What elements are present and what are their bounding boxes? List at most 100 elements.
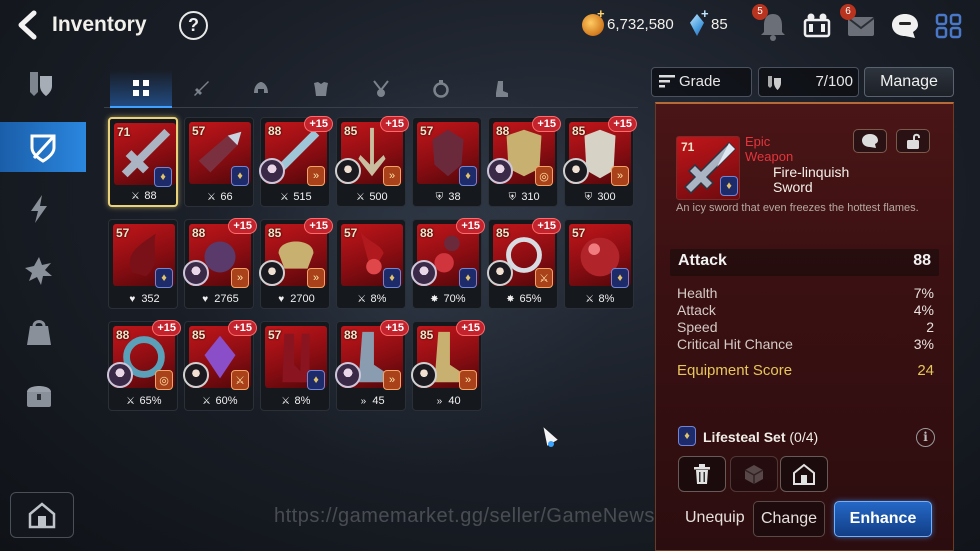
back-arrow-icon[interactable] <box>14 10 42 40</box>
sidebar-item-artifacts[interactable] <box>8 184 70 234</box>
sidebar-item-storage[interactable] <box>8 370 70 420</box>
equipment-item[interactable]: 88 +15 » ⚔ 515 <box>259 116 333 207</box>
equipment-item[interactable]: 85 +15 ⚔ ✸ 65% <box>487 218 561 309</box>
equipment-item[interactable]: 88 +15 ◎ ⛨ 310 <box>487 116 561 207</box>
change-button[interactable]: Change <box>753 501 825 537</box>
equipment-item[interactable]: 57 ♦ ⚔ 66 <box>184 117 254 207</box>
speed-set-icon: » <box>459 370 477 390</box>
crystal-add-button[interactable]: + <box>701 6 709 21</box>
top-bar: Inventory ? + 6,732,580 + 85 5 6 <box>0 0 980 52</box>
item-main-stat: ⚔ 8% <box>337 293 405 305</box>
sidebar-item-hero-equipment[interactable] <box>8 60 70 110</box>
enhance-button[interactable]: Enhance <box>834 501 932 537</box>
item-level: 57 <box>116 226 130 240</box>
tab-helmet[interactable] <box>230 70 292 108</box>
mail-icon[interactable]: 6 <box>840 4 878 42</box>
substat-row: Health 7% <box>677 285 934 301</box>
main-stat-value: 88 <box>913 252 931 269</box>
sidebar-item-materials[interactable] <box>8 308 70 358</box>
tab-armor[interactable] <box>290 70 352 108</box>
grade-label: Grade <box>679 73 721 90</box>
tab-ring[interactable] <box>410 70 472 108</box>
equipment-item[interactable]: 85 +15 » ♥ 2700 <box>259 218 333 309</box>
defense-stat-icon: ⛨ <box>584 192 593 203</box>
watermark: https://gamemarket.gg/seller/GameNews <box>274 505 655 527</box>
enhance-level-badge: +15 <box>228 320 257 336</box>
tab-all[interactable] <box>110 70 172 108</box>
burst-icon <box>25 257 52 285</box>
tab-weapon[interactable] <box>170 70 232 108</box>
boots-icon <box>496 81 508 97</box>
item-name: Fire-linquish Sword <box>773 164 850 195</box>
equipment-item[interactable]: 57 ♦ ⛨ 38 <box>412 117 482 207</box>
equipment-item[interactable]: 85 +15 » » 40 <box>411 320 485 411</box>
notification-badge: 5 <box>752 4 768 20</box>
equipment-item[interactable]: 88 +15 » ♥ 2765 <box>183 218 257 309</box>
equipment-item[interactable]: 85 +15 » ⛨ 300 <box>563 116 637 207</box>
item-level: 88 <box>420 226 434 240</box>
item-stat-value: 8% <box>598 293 615 305</box>
item-stat-value: 8% <box>294 395 311 407</box>
equipment-item[interactable]: 88 +15 » » 45 <box>335 320 409 411</box>
speed-stat-icon: » <box>436 396 443 407</box>
storage-house-button[interactable] <box>10 492 74 538</box>
equipment-item[interactable]: 85 +15 ⚔ ⚔ 60% <box>183 320 257 411</box>
menu-grid-icon[interactable] <box>932 10 966 42</box>
equipment-item[interactable]: 57 ♦ ⚔ 8% <box>336 219 406 309</box>
counter-set-icon: ◎ <box>535 166 553 186</box>
cube-icon <box>744 465 764 484</box>
item-stat-value: 2765 <box>214 293 239 305</box>
grid-icon <box>133 80 149 96</box>
storage-button[interactable] <box>780 456 828 492</box>
lifesteal-set-icon: ♦ <box>459 166 477 186</box>
equipment-item[interactable]: 85 +15 » ⚔ 500 <box>335 116 409 207</box>
equipment-item[interactable]: 57 ♦ ⚔ 8% <box>564 219 634 309</box>
extract-button[interactable] <box>730 456 778 492</box>
equipment-item[interactable]: 71 ♦ ⚔ 88 <box>108 117 178 207</box>
item-stat-value: 65% <box>139 395 162 407</box>
item-level: 57 <box>344 226 358 240</box>
equipment-item[interactable]: 57 ♦ ♥ 352 <box>108 219 178 309</box>
sell-button[interactable] <box>678 456 726 492</box>
enhance-level-badge: +15 <box>456 218 485 234</box>
item-main-stat: ⛨ 38 <box>413 191 481 203</box>
info-icon[interactable]: i <box>916 428 935 447</box>
equipment-item[interactable]: 88 +15 ♦ ✸ 70% <box>411 218 485 309</box>
inventory-capacity[interactable]: 7/100 <box>758 67 859 97</box>
equipment-item[interactable]: 88 +15 ◎ ⚔ 65% <box>107 320 181 411</box>
health-stat-icon: ♥ <box>278 294 285 305</box>
grade-sort-button[interactable]: Grade <box>651 67 752 97</box>
sidebar-item-equipment[interactable] <box>0 122 86 172</box>
share-button[interactable] <box>853 129 887 153</box>
sidebar-item-catalysts[interactable] <box>8 246 70 296</box>
equipped-hero-avatar <box>259 158 285 184</box>
item-main-stat: ♥ 2765 <box>185 293 253 305</box>
set-icon: ♦ <box>678 426 696 446</box>
attack-stat-icon: ⚔ <box>357 294 367 305</box>
item-main-stat: ✸ 65% <box>489 293 557 305</box>
tab-necklace[interactable] <box>350 70 412 108</box>
attack-set-icon: ⚔ <box>535 268 553 288</box>
party-icon[interactable] <box>800 10 834 42</box>
bell-icon[interactable]: 5 <box>752 4 790 42</box>
unequip-button[interactable]: Unequip <box>685 501 745 537</box>
necklace-icon <box>373 80 389 97</box>
item-main-stat: ⚔ 66 <box>185 191 253 203</box>
manage-button[interactable]: Manage <box>864 67 954 97</box>
substat-row: Attack 4% <box>677 302 934 318</box>
lifesteal-set-icon: ♦ <box>155 268 173 288</box>
defense-stat-icon: ⛨ <box>435 192 444 203</box>
item-main-stat: ⚔ 515 <box>261 191 329 203</box>
chat-icon[interactable] <box>888 10 922 42</box>
enhance-level-badge: +15 <box>304 218 333 234</box>
equipped-hero-avatar <box>563 158 589 184</box>
enhance-level-badge: +15 <box>152 320 181 336</box>
item-level: 88 <box>116 328 130 342</box>
item-main-stat: ⚔ 60% <box>185 395 253 407</box>
enhance-level-badge: +15 <box>380 116 409 132</box>
lock-button[interactable] <box>896 129 930 153</box>
help-button[interactable]: ? <box>179 11 208 40</box>
gold-add-button[interactable]: + <box>597 6 605 21</box>
tab-boots[interactable] <box>470 70 532 108</box>
equipment-item[interactable]: 57 ♦ ⚔ 8% <box>260 321 330 411</box>
